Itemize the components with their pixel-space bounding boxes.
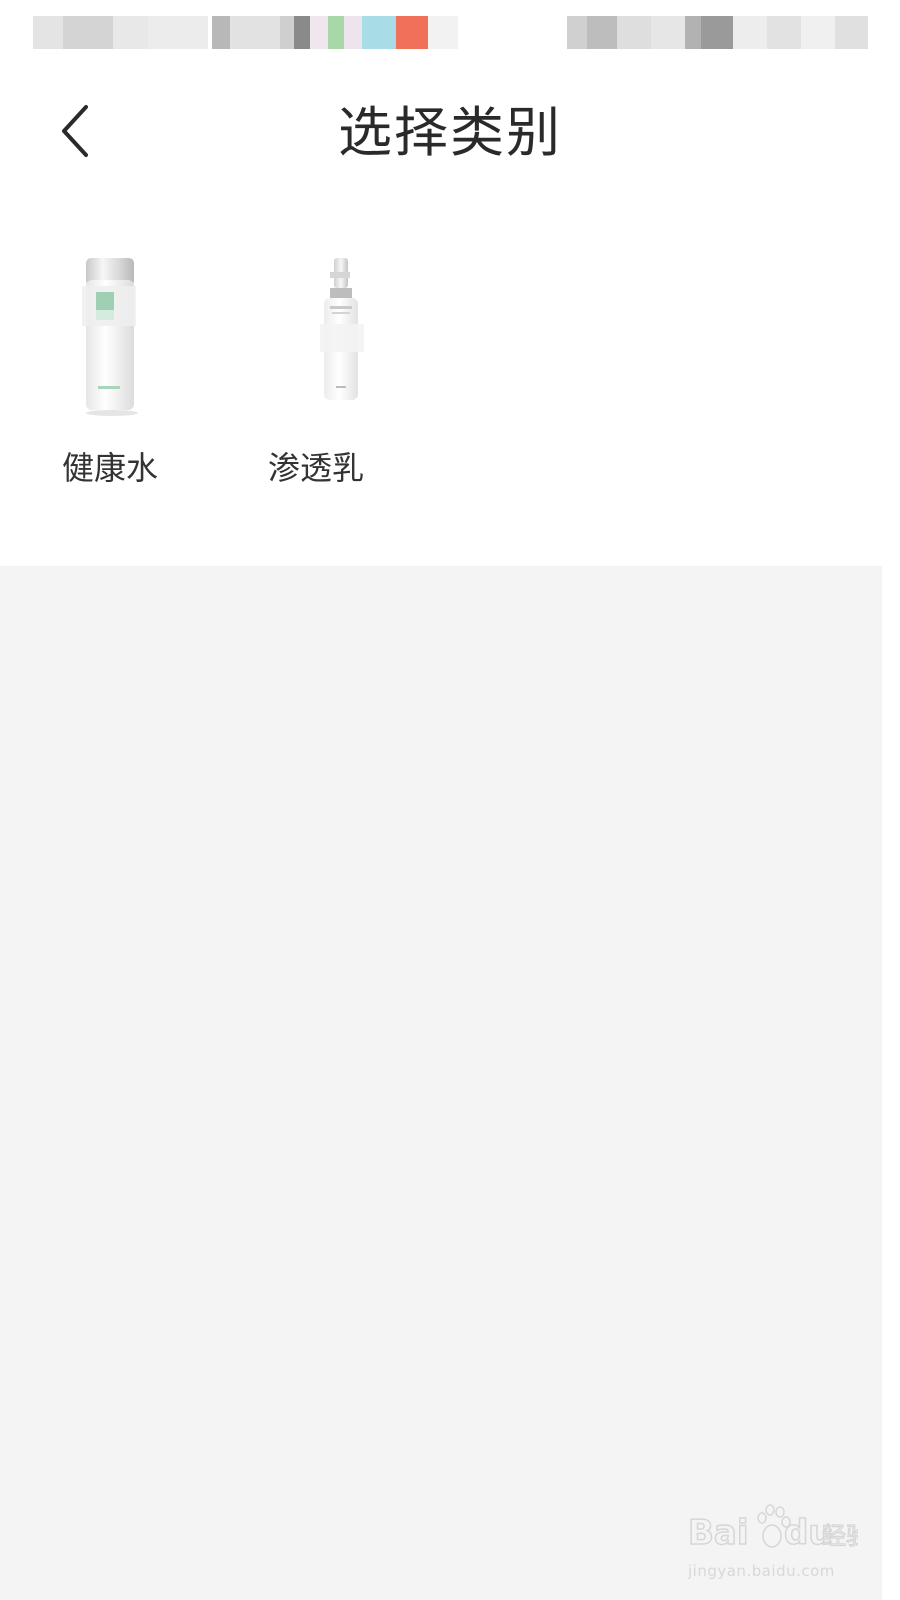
status-bar-blur-block [310,16,328,49]
baidu-jingyan-watermark: Bai du 经验 jingyan.baidu.com [687,1500,871,1586]
status-bar-blur-block [428,16,458,49]
category-item-penetrating-lotion[interactable]: 渗透乳 [238,250,438,500]
category-item-health-water[interactable]: 健康水 [32,250,232,500]
status-bar-blur-block [567,16,587,49]
status-bar-blur-block [651,16,685,49]
baidu-logo: Bai du 经验 [687,1504,871,1554]
status-bar-blur-block [685,16,701,49]
toner-bottle-image [82,258,138,416]
status-bar-blur-block [767,16,801,49]
category-label: 渗透乳 [268,449,365,487]
status-bar-blur-block [701,16,733,49]
status-bar-blur-block [396,16,428,49]
status-bar-blur-block [328,16,344,49]
status-bar-blur-block [362,16,396,49]
category-label: 健康水 [62,449,159,487]
svg-text:经验: 经验 [822,1522,858,1550]
status-bar [0,0,882,60]
lotion-pump-bottle-image [320,258,364,400]
status-bar-blur-block [587,16,617,49]
page-title: 选择类别 [338,101,562,164]
status-bar-blur-block [280,16,294,49]
status-bar-blur-block [733,16,767,49]
status-bar-blur-block [835,16,868,49]
svg-text:Bai: Bai [688,1513,749,1553]
status-bar-blur-block [212,16,230,49]
status-bar-blur-block [617,16,651,49]
status-bar-blur-block [113,16,148,49]
status-bar-blur-block [148,16,208,49]
status-bar-blur-block [33,16,63,49]
watermark-url: jingyan.baidu.com [688,1562,835,1580]
right-edge-strip [882,0,900,1600]
status-bar-blur-block [63,16,113,49]
status-bar-blur-block [801,16,835,49]
status-bar-blur-block [230,16,280,49]
status-bar-blur-block [344,16,362,49]
status-bar-blur-block [294,16,310,49]
